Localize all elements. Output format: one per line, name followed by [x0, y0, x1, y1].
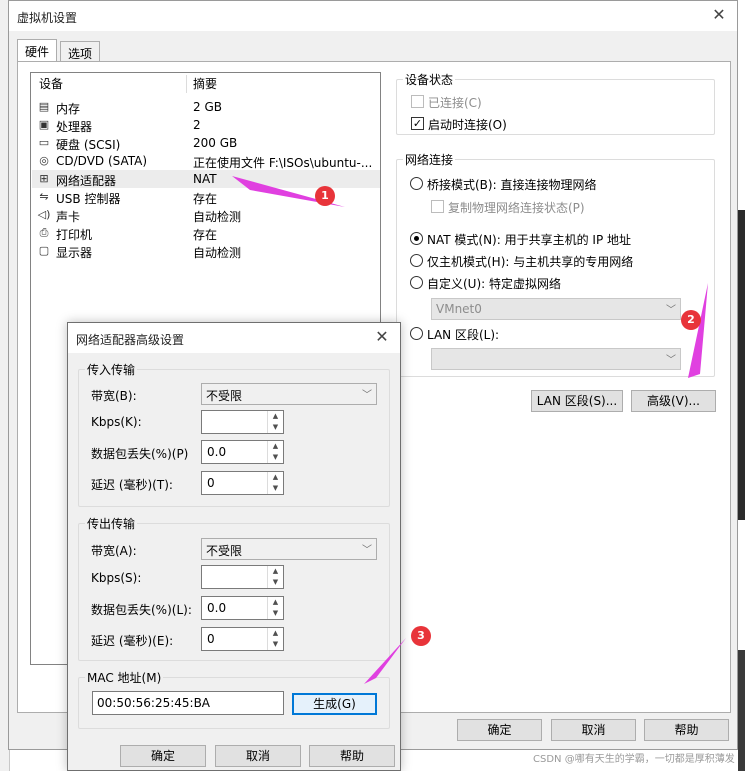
watermark: CSDN @哪有天生的学霸，一切都是厚积薄发: [533, 754, 735, 765]
annotation-overlay: [232, 176, 708, 684]
annotation-arrow-2: [688, 283, 708, 378]
annotation-badge-3: 3: [411, 626, 431, 646]
annotation-arrow-3: [364, 638, 406, 684]
annotation-badge-1: 1: [315, 186, 335, 206]
annotation-badge-2: 2: [681, 310, 701, 330]
